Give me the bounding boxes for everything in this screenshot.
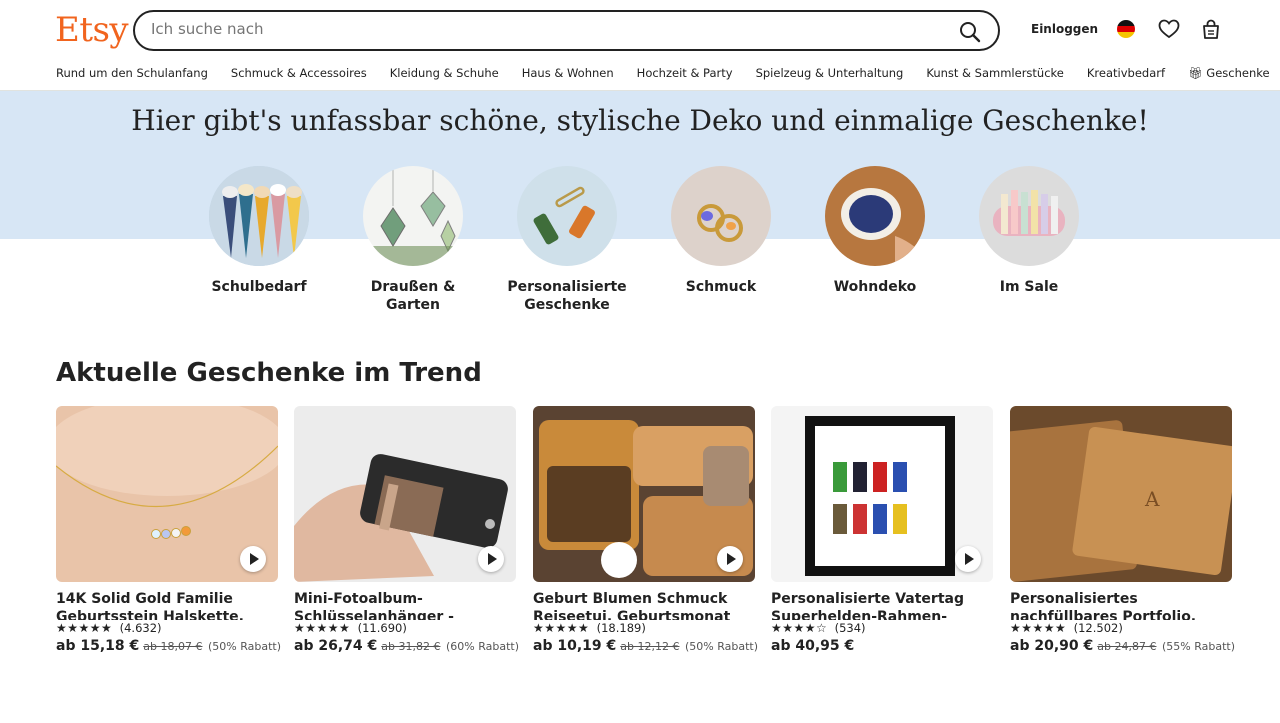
original-price: ab 12,12 € xyxy=(620,640,680,653)
category-label: Schulbedarf xyxy=(211,279,307,295)
review-count: (4.632) xyxy=(119,621,162,635)
rating-stars: ★★★★★ xyxy=(294,621,351,635)
product-card[interactable]: A Personalisiertes nachfüllbares Portfol… xyxy=(1010,406,1235,654)
category-draussen-garten[interactable]: Draußen & Garten xyxy=(343,166,483,314)
product-card[interactable]: Geburt Blumen Schmuck Reiseetui, Geburts… xyxy=(533,406,758,654)
search-bar xyxy=(133,10,1000,51)
category-label: Draußen & Garten xyxy=(370,279,456,313)
product-card[interactable]: 14K Solid Gold Familie Geburtsstein Hals… xyxy=(56,406,281,654)
decor-bowl-image xyxy=(825,166,925,266)
product-price: ab 26,74 € ab 31,82 € (60% Rabatt) xyxy=(294,638,519,654)
nav-item-schulanfang[interactable]: Rund um den Schulanfang xyxy=(56,66,208,80)
review-count: (534) xyxy=(834,621,866,635)
shopping-bag-icon[interactable] xyxy=(1200,18,1222,40)
candles-image xyxy=(979,166,1079,266)
nav-item-haus[interactable]: Haus & Wohnen xyxy=(522,66,614,80)
login-button[interactable]: Einloggen xyxy=(1031,22,1098,36)
current-price: ab 20,90 € xyxy=(1010,638,1094,654)
product-price: ab 40,95 € xyxy=(771,638,993,654)
category-label: Wohndeko xyxy=(833,279,917,295)
play-video-button[interactable] xyxy=(955,546,981,572)
category-nav: Rund um den Schulanfang Schmuck & Access… xyxy=(56,66,1270,80)
category-label: Personalisierte Geschenke xyxy=(507,279,627,313)
rating-stars: ★★★★★ xyxy=(56,621,113,635)
product-title: Geburt Blumen Schmuck Reiseetui, Geburts… xyxy=(533,591,731,620)
nav-item-spielzeug[interactable]: Spielzeug & Unterhaltung xyxy=(756,66,904,80)
product-card[interactable]: Personalisierte Vatertag Superhelden-Rah… xyxy=(771,406,993,654)
product-title: Mini-Fotoalbum-Schlüsselanhänger - xyxy=(294,591,454,620)
category-personalisierte-geschenke[interactable]: Personalisierte Geschenke xyxy=(497,166,637,314)
discount-label: (60% Rabatt) xyxy=(445,640,519,653)
trending-title: Aktuelle Geschenke im Trend xyxy=(56,358,482,388)
nav-item-geschenke-label: Geschenke xyxy=(1206,66,1270,80)
product-title: Personalisierte Vatertag Superhelden-Rah… xyxy=(771,591,964,620)
school-cones-image xyxy=(209,166,309,266)
leather-keychains-image xyxy=(517,166,617,266)
category-label: Im Sale xyxy=(999,279,1059,295)
product-image-superhero-frame xyxy=(771,406,993,582)
review-count: (18.189) xyxy=(596,621,646,635)
etsy-logo[interactable]: Etsy xyxy=(55,10,129,50)
heart-icon[interactable] xyxy=(1158,19,1180,39)
current-price: ab 15,18 € xyxy=(56,638,140,654)
product-rating: ★★★★★ (18.189) xyxy=(533,621,755,635)
original-price: ab 18,07 € xyxy=(143,640,203,653)
category-schulbedarf[interactable]: Schulbedarf xyxy=(189,166,329,296)
product-rating: ★★★★★ (12.502) xyxy=(1010,621,1232,635)
hero-title: Hier gibt's unfassbar schöne, stylische … xyxy=(131,104,1149,137)
category-schmuck[interactable]: Schmuck xyxy=(651,166,791,296)
product-image-jewelry-case xyxy=(533,406,755,582)
product-image-necklace xyxy=(56,406,278,582)
product-title: 14K Solid Gold Familie Geburtsstein Hals… xyxy=(56,591,244,620)
nav-item-hochzeit[interactable]: Hochzeit & Party xyxy=(637,66,733,80)
product-rating: ★★★★★ (4.632) xyxy=(56,621,278,635)
current-price: ab 40,95 € xyxy=(771,638,855,654)
original-price: ab 31,82 € xyxy=(381,640,441,653)
current-price: ab 26,74 € xyxy=(294,638,378,654)
nav-item-kleidung[interactable]: Kleidung & Schuhe xyxy=(390,66,499,80)
rating-stars: ★★★★★ xyxy=(533,621,590,635)
product-price: ab 15,18 € ab 18,07 € (50% Rabatt) xyxy=(56,638,281,654)
category-label: Schmuck xyxy=(685,279,757,295)
category-im-sale[interactable]: Im Sale xyxy=(959,166,1099,296)
discount-label: (50% Rabatt) xyxy=(207,640,281,653)
gift-icon: 🎁︎ xyxy=(1188,66,1207,80)
nav-item-kreativbedarf[interactable]: Kreativbedarf xyxy=(1087,66,1165,80)
play-video-button[interactable] xyxy=(240,546,266,572)
product-card[interactable]: Mini-Fotoalbum-Schlüsselanhänger - ★★★★★… xyxy=(294,406,519,654)
search-input[interactable] xyxy=(151,20,931,38)
product-image-leather-portfolio: A xyxy=(1010,406,1232,582)
nav-item-kunst[interactable]: Kunst & Sammlerstücke xyxy=(926,66,1064,80)
rating-stars: ★★★★☆ xyxy=(771,621,828,635)
play-video-button[interactable] xyxy=(717,546,743,572)
review-count: (12.502) xyxy=(1073,621,1123,635)
play-video-button[interactable] xyxy=(478,546,504,572)
product-rating: ★★★★★ (11.690) xyxy=(294,621,516,635)
original-price: ab 24,87 € xyxy=(1097,640,1157,653)
product-price: ab 10,19 € ab 12,12 € (50% Rabatt) xyxy=(533,638,758,654)
nav-item-geschenke[interactable]: 🎁︎ Geschenke xyxy=(1188,66,1270,80)
product-price: ab 20,90 € ab 24,87 € (55% Rabatt) xyxy=(1010,638,1235,654)
discount-label: (55% Rabatt) xyxy=(1161,640,1235,653)
search-icon[interactable] xyxy=(958,20,982,44)
rating-stars: ★★★★★ xyxy=(1010,621,1067,635)
hanging-glass-ornaments-image xyxy=(363,166,463,266)
review-count: (11.690) xyxy=(357,621,407,635)
product-rating: ★★★★☆ (534) xyxy=(771,621,993,635)
site-header: Etsy Einloggen Rund um den Schulanfang S… xyxy=(0,0,1280,91)
product-image-photo-album-keychain xyxy=(294,406,516,582)
nav-item-schmuck[interactable]: Schmuck & Accessoires xyxy=(231,66,367,80)
category-wohndeko[interactable]: Wohndeko xyxy=(805,166,945,296)
monogram: A xyxy=(1144,487,1160,511)
flag-de-icon[interactable] xyxy=(1117,20,1135,38)
rings-image xyxy=(671,166,771,266)
current-price: ab 10,19 € xyxy=(533,638,617,654)
product-title: Personalisiertes nachfüllbares Portfolio… xyxy=(1010,591,1197,620)
discount-label: (50% Rabatt) xyxy=(684,640,758,653)
